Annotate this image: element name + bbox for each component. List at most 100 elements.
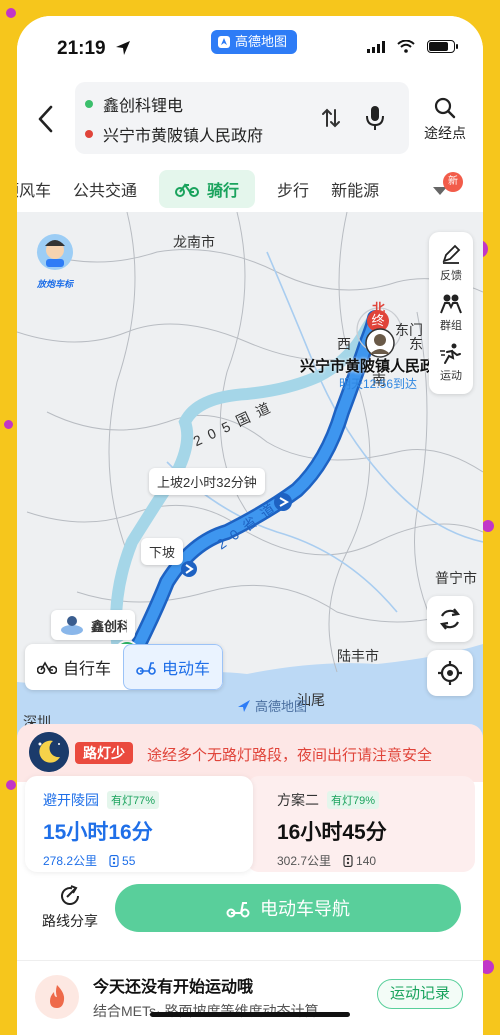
- waypoint-button[interactable]: 途经点: [415, 96, 475, 143]
- streetlight-warning[interactable]: 路灯少 途经多个无路灯路段，夜间出行请注意安全: [17, 724, 483, 782]
- decor-dot: [6, 780, 16, 790]
- map-side-tools: 反馈 群组 运动: [429, 232, 473, 394]
- scooter-icon: [226, 902, 250, 918]
- transport-tabs: 顺风车 公共交通 骑行 步行 新能源 新: [17, 166, 483, 212]
- tab-rideshare[interactable]: 顺风车: [17, 177, 51, 201]
- plan-name-row: 方案二 有灯79%: [277, 790, 457, 810]
- amap-logo-icon: [218, 36, 230, 48]
- feedback-button[interactable]: 反馈: [429, 238, 473, 288]
- arrival-time-label: 明天12:56到达: [339, 377, 418, 391]
- app-pill[interactable]: 高德地图: [211, 30, 298, 54]
- bicycle-icon: [175, 183, 200, 197]
- route-map[interactable]: 龙南市 普宁市 陆丰市 汕尾 深圳 西 东门 东 南 2 0 5 国 道 2 0…: [17, 212, 483, 738]
- tab-cycling-label: 骑行: [207, 183, 240, 200]
- route-share-button[interactable]: 路线分享: [35, 884, 105, 931]
- exercise-label: 运动: [440, 370, 462, 382]
- route-header: 鑫创科锂电 兴宁市黄陂镇人民政府 途经点: [17, 76, 483, 170]
- compass-east: 东: [409, 336, 423, 352]
- exercise-record-button[interactable]: 运动记录: [376, 979, 463, 1009]
- tab-new-energy[interactable]: 新能源: [331, 177, 379, 201]
- plan-lights-count: 55: [122, 853, 136, 868]
- swap-route-icon[interactable]: [319, 106, 343, 130]
- downhill-bubble: 下坡: [141, 538, 184, 565]
- feedback-label: 反馈: [440, 270, 462, 282]
- plan-traffic-lights: 140: [343, 852, 376, 869]
- plan-name-row: 避开陵园 有灯77%: [43, 790, 235, 810]
- route-sheet: 路灯少 途经多个无路灯路段，夜间出行请注意安全 避开陵园 有灯77% 15小时1…: [17, 724, 483, 1035]
- tab-public-transit[interactable]: 公共交通: [73, 177, 137, 201]
- scooter-icon: [136, 662, 156, 675]
- route-plan-card[interactable]: 避开陵园 有灯77% 15小时16分 278.2公里 55: [25, 776, 253, 872]
- waypoint-label: 途经点: [424, 125, 466, 141]
- origin-row[interactable]: 鑫创科锂电: [85, 90, 183, 118]
- more-tabs-button[interactable]: 新: [427, 172, 463, 204]
- plan-duration: 15小时16分: [43, 821, 153, 844]
- tab-walking[interactable]: 步行: [277, 177, 309, 201]
- mascot-label: 放炮车标: [36, 279, 73, 289]
- destination-text: 兴宁市黄陂镇人民政府: [103, 128, 264, 145]
- origin-map-label: 鑫创科锂电: [91, 618, 127, 634]
- plan-name: 方案二: [277, 792, 319, 808]
- phone-screen: 21:19 高德地图 鑫创科锂电 兴宁市黄陂镇人民政府 途经点 风车 公共交通 …: [17, 16, 483, 1035]
- direction-arrow-icon: [181, 561, 197, 577]
- ebike-navigation-label: 电动车导航: [260, 899, 350, 919]
- bicycle-icon: [37, 661, 57, 674]
- status-icons: [367, 40, 458, 53]
- exercise-title: 今天还没有开始运动哦: [93, 979, 254, 996]
- decor-dot: [4, 420, 13, 429]
- streetlight-badge: 路灯少: [75, 742, 133, 764]
- microphone-icon[interactable]: [363, 104, 387, 132]
- route-plan-card[interactable]: 方案二 有灯79% 16小时45分 302.7公里 140: [247, 776, 475, 872]
- action-bar: 路线分享 电动车导航: [17, 876, 483, 952]
- destination-map-label: 兴宁市黄陂镇人民政府: [300, 358, 451, 375]
- mascot-icon: [37, 234, 73, 270]
- location-arrow-icon: [116, 41, 130, 55]
- plan-name: 避开陵园: [43, 792, 99, 808]
- vehicle-option-ebike[interactable]: 电动车: [123, 644, 224, 690]
- back-arrow-icon[interactable]: [35, 104, 57, 134]
- group-button[interactable]: 群组: [429, 288, 473, 338]
- group-icon: [440, 294, 462, 314]
- boundary-lines: [17, 212, 483, 673]
- destination-row[interactable]: 兴宁市黄陂镇人民政府: [85, 120, 263, 148]
- app-pill-label: 高德地图: [235, 34, 288, 49]
- status-time: 21:19: [57, 38, 106, 59]
- new-badge: 新: [443, 172, 463, 192]
- uphill-bubble: 上坡2小时32分钟: [149, 468, 265, 495]
- moon-icon: [29, 732, 69, 772]
- amap-logo-icon: [238, 699, 250, 712]
- fire-icon: [35, 975, 79, 1019]
- runner-icon: [440, 343, 461, 364]
- scooter-rider-icon: [61, 616, 83, 635]
- route-input-box: 鑫创科锂电 兴宁市黄陂镇人民政府: [75, 82, 409, 154]
- mascot-badge[interactable]: 放炮车标: [31, 232, 79, 290]
- exercise-card[interactable]: 今天还没有开始运动哦 结合METs· 路面坡度等维度动态计算 运动记录: [17, 960, 483, 1035]
- refresh-route-button[interactable]: [427, 596, 473, 642]
- wifi-icon: [397, 40, 415, 53]
- decor-dot: [6, 8, 16, 18]
- locate-button[interactable]: [427, 650, 473, 696]
- map-label-lufeng: 陆丰市: [337, 648, 379, 664]
- tab-cycling[interactable]: 骑行: [159, 170, 256, 208]
- battery-icon: [427, 40, 458, 53]
- traffic-light-icon: [343, 854, 353, 867]
- plan-meta: 302.7公里 140: [277, 852, 457, 869]
- route-share-label: 路线分享: [42, 913, 98, 929]
- vehicle-selector: 自行车 电动车: [25, 644, 224, 690]
- pen-icon: [442, 244, 461, 264]
- plan-light-pct: 有灯77%: [107, 791, 160, 809]
- plan-traffic-lights: 55: [109, 852, 135, 869]
- crosshair-icon: [438, 661, 462, 685]
- origin-map-bubble[interactable]: 鑫创科锂电: [51, 610, 135, 640]
- plan-duration: 16小时45分: [277, 821, 387, 844]
- group-label: 群组: [440, 320, 462, 332]
- map-watermark-text: 高德地图: [255, 699, 308, 714]
- plan-lights-count: 140: [356, 853, 377, 868]
- exercise-button[interactable]: 运动: [429, 338, 473, 388]
- ebike-navigation-button[interactable]: 电动车导航: [115, 884, 461, 932]
- compass-west: 西: [337, 336, 351, 352]
- plan-light-pct: 有灯79%: [327, 791, 380, 809]
- home-indicator: [150, 1012, 350, 1017]
- vehicle-option-bicycle[interactable]: 自行车: [25, 644, 123, 690]
- refresh-icon: [439, 608, 461, 630]
